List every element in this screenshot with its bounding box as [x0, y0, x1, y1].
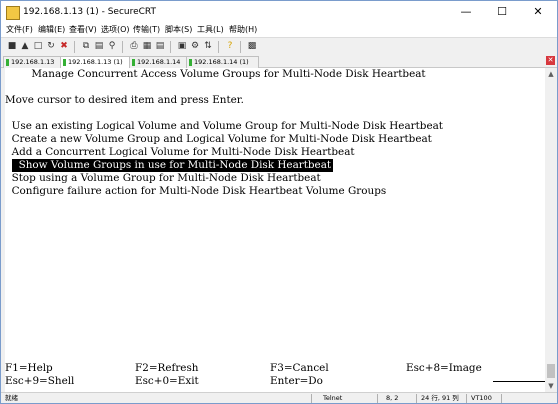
fkey-refresh: F2=Refresh — [135, 362, 199, 374]
status-cursor-position: 8, 2 — [386, 394, 399, 402]
connected-status-icon — [189, 59, 192, 66]
menu-transfer[interactable]: 传输(T) — [133, 24, 160, 36]
find-icon[interactable]: ⚲ — [106, 40, 118, 52]
tab-label: 192.168.1.14 — [137, 58, 181, 66]
tab-192-168-1-13[interactable]: 192.168.1.13 — [3, 56, 64, 68]
status-protocol: Telnet — [323, 394, 343, 402]
global-options-icon[interactable]: ⚙ — [189, 40, 201, 52]
status-separator — [501, 394, 502, 403]
quick-connect-icon[interactable]: ▲ — [19, 40, 31, 52]
print-setup-icon[interactable]: ▦ — [141, 40, 153, 52]
log-session-icon[interactable]: ▤ — [154, 40, 166, 52]
tab-label: 192.168.1.14 (1) — [194, 58, 249, 66]
menu-script[interactable]: 脚本(S) — [165, 24, 192, 36]
tab-192-168-1-14-1[interactable]: 192.168.1.14 (1) — [186, 56, 259, 68]
connect-icon[interactable]: ■ — [6, 40, 18, 52]
session-options-icon[interactable]: ▣ — [176, 40, 188, 52]
connect-tab-icon[interactable]: □ — [32, 40, 44, 52]
status-separator — [311, 394, 312, 403]
toolbar-separator — [240, 41, 241, 53]
menu-file[interactable]: 文件(F) — [6, 24, 33, 36]
toolbar: ■ ▲ □ ↻ ✖ ⧉ ▤ ⚲ ⎙ ▦ ▤ ▣ ⚙ ⇅ ? ▩ — [1, 37, 557, 56]
status-bar: 就绪 Telnet 8, 2 24 行, 91 列 VT100 — [1, 392, 557, 403]
session-tab-bar: 192.168.1.13 192.168.1.13 (1) 192.168.1.… — [1, 55, 557, 68]
scroll-up-icon[interactable]: ▲ — [545, 68, 557, 80]
fkey-help: F1=Help — [5, 362, 53, 374]
close-button[interactable]: ✕ — [521, 1, 555, 23]
print-icon[interactable]: ⎙ — [128, 40, 140, 52]
connected-status-icon — [132, 59, 135, 66]
vertical-scrollbar[interactable]: ▲ ▼ — [545, 68, 557, 392]
toolbar-separator — [74, 41, 75, 53]
securecrt-app-icon — [6, 6, 20, 20]
maximize-button[interactable]: ☐ — [485, 1, 519, 23]
fkey-cancel: F3=Cancel — [270, 362, 329, 374]
menu-view[interactable]: 查看(V) — [69, 24, 97, 36]
menu-option-selected[interactable]: Show Volume Groups in use for Multi-Node… — [12, 159, 334, 172]
menu-options[interactable]: 选项(O) — [101, 24, 130, 36]
close-tab-icon[interactable]: ✕ — [546, 56, 555, 65]
menu-edit[interactable]: 编辑(E) — [38, 24, 65, 36]
status-emulation: VT100 — [471, 394, 492, 402]
keymap-icon[interactable]: ⇅ — [202, 40, 214, 52]
connected-status-icon — [63, 59, 66, 66]
scroll-down-icon[interactable]: ▼ — [545, 380, 557, 392]
fkey-image: Esc+8=Image — [406, 362, 482, 374]
tab-label: 192.168.1.13 (1) — [68, 58, 123, 66]
toolbar-separator — [122, 41, 123, 53]
reconnect-icon[interactable]: ↻ — [45, 40, 57, 52]
paste-icon[interactable]: ▤ — [93, 40, 105, 52]
copy-icon[interactable]: ⧉ — [80, 40, 92, 52]
tab-192-168-1-13-1[interactable]: 192.168.1.13 (1) — [60, 56, 133, 68]
menu-option[interactable]: Stop using a Volume Group for Multi-Node… — [5, 172, 321, 185]
status-separator — [466, 394, 467, 403]
tab-192-168-1-14[interactable]: 192.168.1.14 — [129, 56, 190, 68]
menu-option[interactable]: Configure failure action for Multi-Node … — [5, 185, 387, 198]
status-separator — [377, 394, 378, 403]
menu-option[interactable]: Create a new Volume Group and Logical Vo… — [5, 133, 432, 146]
instruction-text: Move cursor to desired item and press En… — [5, 94, 244, 106]
status-separator — [416, 394, 417, 403]
toolbar-separator — [218, 41, 219, 53]
window-title: 192.168.1.13 (1) - SecureCRT — [23, 7, 157, 17]
menu-option[interactable]: Use an existing Logical Volume and Volum… — [5, 120, 443, 133]
toolbar-separator — [170, 41, 171, 53]
fkey-exit: Esc+0=Exit — [135, 375, 199, 387]
menu-option[interactable]: Add a Concurrent Logical Volume for Mult… — [5, 146, 355, 159]
menu-help[interactable]: 帮助(H) — [229, 24, 257, 36]
help-icon[interactable]: ? — [224, 40, 236, 52]
menu-bar: 文件(F) 编辑(E) 查看(V) 选项(O) 传输(T) 脚本(S) 工具(L… — [1, 23, 557, 37]
fkey-shell: Esc+9=Shell — [5, 375, 75, 387]
title-bar: 192.168.1.13 (1) - SecureCRT — ☐ ✕ — [1, 1, 557, 23]
status-ready: 就绪 — [5, 394, 18, 402]
disconnect-icon[interactable]: ✖ — [58, 40, 70, 52]
menu-tools[interactable]: 工具(L) — [197, 24, 224, 36]
terminal-cursor — [493, 381, 545, 382]
minimize-button[interactable]: — — [449, 1, 483, 23]
menu-heading: Manage Concurrent Access Volume Groups f… — [5, 68, 426, 80]
terminal-screen[interactable]: Manage Concurrent Access Volume Groups f… — [5, 68, 545, 392]
scroll-thumb[interactable] — [547, 364, 555, 378]
connected-status-icon — [6, 59, 9, 66]
sftp-icon[interactable]: ▩ — [246, 40, 258, 52]
tab-label: 192.168.1.13 — [11, 58, 55, 66]
securecrt-window: 192.168.1.13 (1) - SecureCRT — ☐ ✕ 文件(F)… — [0, 0, 558, 404]
status-terminal-size: 24 行, 91 列 — [421, 394, 459, 402]
fkey-do: Enter=Do — [270, 375, 323, 387]
